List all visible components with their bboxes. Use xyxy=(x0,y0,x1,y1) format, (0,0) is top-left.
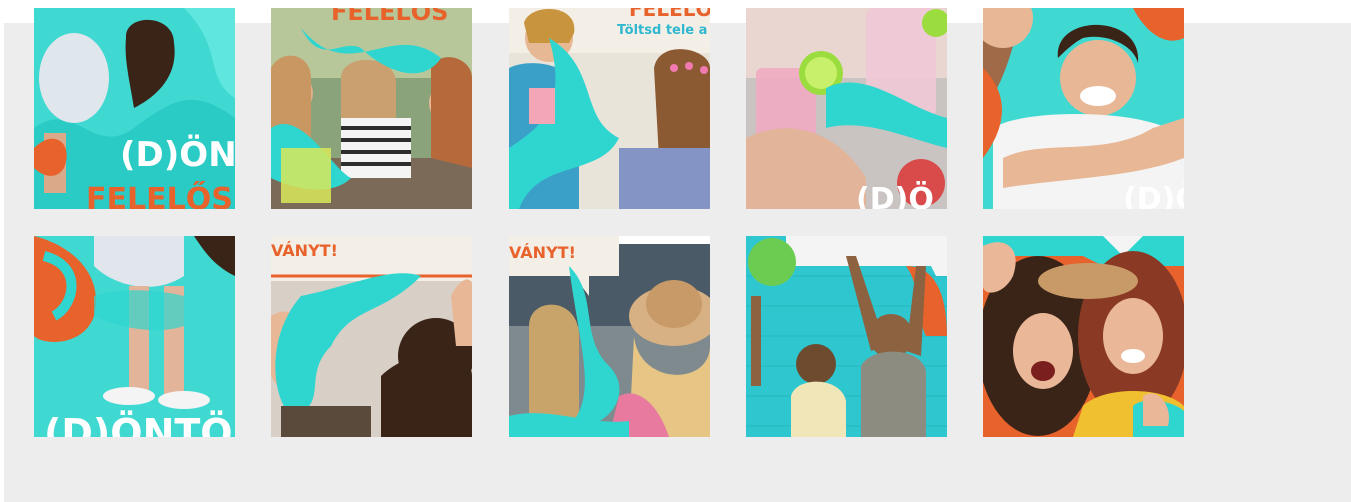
thumbnail-caption: VÁNYT! xyxy=(271,241,338,260)
thumbnail-caption: FELELŐ xyxy=(629,8,710,21)
gallery-thumbnail-4[interactable]: (D)Ö xyxy=(746,8,947,209)
promo-image-girls-selfie xyxy=(983,236,1184,437)
thumbnail-caption: (D)Ö xyxy=(1123,180,1184,209)
promo-image-cocktails-toast: (D)Ö xyxy=(746,8,947,209)
gallery-thumbnail-6[interactable]: (D)ÖNTÖ xyxy=(34,236,235,437)
promo-image-couple-laughing: (D)Ö xyxy=(983,8,1184,209)
promo-image-girl-walking: (D)ÖNTÖ xyxy=(34,236,235,437)
promo-image-festival-hat: VÁNYT! xyxy=(509,236,710,437)
gallery-thumbnail-5[interactable]: (D)Ö xyxy=(983,8,1184,209)
gallery-thumbnail-10[interactable] xyxy=(983,236,1184,437)
promo-image-friends-piggyback: (D)ÖN FELELŐS xyxy=(34,8,235,209)
thumbnail-caption: (D)Ö xyxy=(856,180,934,209)
thumbnail-caption: VÁNYT! xyxy=(509,243,576,262)
promo-image-friends-drinks: FELELŐS xyxy=(271,8,472,209)
thumbnail-caption: (D)ÖNTÖ xyxy=(44,411,233,437)
promo-image-friends-cards: FELELŐ Töltsd tele a xyxy=(509,8,710,209)
promo-image-festival-crowd: VÁNYT! xyxy=(271,236,472,437)
thumbnail-caption-secondary: Töltsd tele a xyxy=(617,23,707,38)
gallery-thumbnail-3[interactable]: FELELŐ Töltsd tele a xyxy=(509,8,710,209)
gallery-thumbnail-1[interactable]: (D)ÖN FELELŐS xyxy=(34,8,235,209)
thumbnail-caption-secondary: FELELŐS xyxy=(86,180,233,209)
gallery-thumbnail-7[interactable]: VÁNYT! xyxy=(271,236,472,437)
thumbnail-caption: (D)ÖN xyxy=(120,134,235,175)
gallery-thumbnail-9[interactable] xyxy=(746,236,947,437)
promo-image-friends-wall xyxy=(746,236,947,437)
thumbnail-caption: FELELŐS xyxy=(331,8,448,26)
gallery-thumbnail-8[interactable]: VÁNYT! xyxy=(509,236,710,437)
gallery-thumbnail-2[interactable]: FELELŐS xyxy=(271,8,472,209)
